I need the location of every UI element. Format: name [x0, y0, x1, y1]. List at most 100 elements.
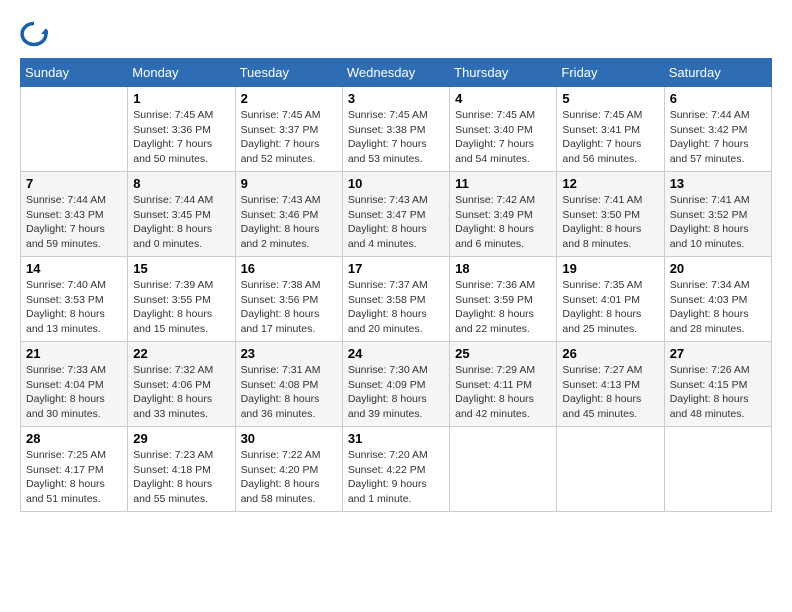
sunrise-text: Sunrise: 7:23 AM — [133, 449, 213, 461]
sunrise-text: Sunrise: 7:43 AM — [348, 194, 428, 206]
sunset-text: Sunset: 3:37 PM — [241, 124, 319, 136]
sunset-text: Sunset: 4:06 PM — [133, 379, 211, 391]
day-info: Sunrise: 7:32 AMSunset: 4:06 PMDaylight:… — [133, 363, 229, 422]
calendar-body: 1 Sunrise: 7:45 AM Sunset: 3:36 PM Daylight… — [21, 87, 772, 512]
day-number: 15 — [133, 261, 229, 276]
calendar-cell — [450, 427, 557, 512]
calendar-table: SundayMondayTuesdayWednesdayThursdayFrid… — [20, 58, 772, 512]
sunset-text: Sunset: 4:08 PM — [241, 379, 319, 391]
day-info: Sunrise: 7:43 AMSunset: 3:47 PMDaylight:… — [348, 193, 444, 252]
day-info: Sunrise: 7:35 AMSunset: 4:01 PMDaylight:… — [562, 278, 658, 337]
day-number: 24 — [348, 346, 444, 361]
sunrise-text: Sunrise: 7:25 AM — [26, 449, 106, 461]
sunrise-text: Sunrise: 7:43 AM — [241, 194, 321, 206]
sunrise-text: Sunrise: 7:45 AM — [562, 109, 642, 121]
calendar-week-row: 1 Sunrise: 7:45 AM Sunset: 3:36 PM Daylight… — [21, 87, 772, 172]
calendar-cell: 1Sunrise: 7:45 AMSunset: 3:36 PMDaylight… — [128, 87, 235, 172]
sunset-text: Sunset: 4:15 PM — [670, 379, 748, 391]
calendar-cell: 26 Sunrise: 7:27 AM Sunset: 4:13 PM Dayligh… — [557, 342, 664, 427]
day-info: Sunrise: 7:34 AMSunset: 4:03 PMDaylight:… — [670, 278, 766, 337]
calendar-week-row: 21Sunrise: 7:33 AMSunset: 4:04 PMDayligh… — [21, 342, 772, 427]
daylight-text: Daylight: 8 hours and 10 minutes. — [670, 223, 749, 250]
day-number: 28 — [26, 431, 122, 446]
daylight-text: Daylight: 8 hours and 42 minutes. — [455, 393, 534, 420]
calendar-week-row: 14 Sunrise: 7:40 AMSunset: 3:53 PMDayligh… — [21, 257, 772, 342]
calendar-cell: 10Sunrise: 7:43 AMSunset: 3:47 PMDayligh… — [342, 172, 449, 257]
sunset-text: Sunset: 3:43 PM — [26, 209, 104, 221]
sunset-text: Sunset: 3:36 PM — [133, 124, 211, 136]
day-number: 26 — [562, 346, 658, 361]
daylight-text: Daylight: 8 hours and 45 minutes. — [562, 393, 641, 420]
calendar-week-row: 7Sunrise: 7:44 AMSunset: 3:43 PMDaylight… — [21, 172, 772, 257]
sunrise-text: Sunrise: 7:35 AM — [562, 279, 642, 291]
calendar-week-row: 28Sunrise: 7:25 AMSunset: 4:17 PMDayligh… — [21, 427, 772, 512]
sunset-text: Sunset: 3:53 PM — [26, 294, 104, 306]
day-number: 6 — [670, 91, 766, 106]
sunset-text: Sunset: 4:01 PM — [562, 294, 640, 306]
sunrise-text: Sunrise: 7:45 AM — [241, 109, 321, 121]
day-number: 31 — [348, 431, 444, 446]
sunset-text: Sunset: 4:13 PM — [562, 379, 640, 391]
calendar-cell: 22Sunrise: 7:32 AMSunset: 4:06 PMDayligh… — [128, 342, 235, 427]
calendar-cell: 16Sunrise: 7:38 AMSunset: 3:56 PMDayligh… — [235, 257, 342, 342]
day-info: Sunrise: 7:39 AMSunset: 3:55 PMDaylight:… — [133, 278, 229, 337]
day-number: 27 — [670, 346, 766, 361]
daylight-text: Daylight: 8 hours and 48 minutes. — [670, 393, 749, 420]
sunrise-text: Sunrise: 7:44 AM — [670, 109, 750, 121]
day-number: 5 — [562, 91, 658, 106]
sunrise-text: Sunrise: 7:34 AM — [670, 279, 750, 291]
sunset-text: Sunset: 4:09 PM — [348, 379, 426, 391]
day-info: Sunrise: 7:27 AM Sunset: 4:13 PM Daylight:… — [562, 363, 658, 422]
calendar-cell — [21, 87, 128, 172]
sunrise-text: Sunrise: 7:45 AM — [455, 109, 535, 121]
sunset-text: Sunset: 4:20 PM — [241, 464, 319, 476]
daylight-text: Daylight: 7 hours and 57 minutes. — [670, 138, 749, 165]
day-number: 9 — [241, 176, 337, 191]
day-info: Sunrise: 7:45 AM Sunset: 3:40 PM Daylight:… — [455, 108, 551, 167]
sunset-text: Sunset: 3:46 PM — [241, 209, 319, 221]
calendar-cell: 28Sunrise: 7:25 AMSunset: 4:17 PMDayligh… — [21, 427, 128, 512]
calendar-cell: 6 Sunrise: 7:44 AMSunset: 3:42 PMDaylight… — [664, 87, 771, 172]
logo-icon — [20, 20, 48, 48]
day-info: Sunrise: 7:44 AMSunset: 3:45 PMDaylight:… — [133, 193, 229, 252]
day-info: Sunrise: 7:23 AMSunset: 4:18 PMDaylight:… — [133, 448, 229, 507]
sunrise-text: Sunrise: 7:41 AM — [562, 194, 642, 206]
daylight-text: Daylight: 8 hours and 28 minutes. — [670, 308, 749, 335]
daylight-text: Daylight: 8 hours and 20 minutes. — [348, 308, 427, 335]
sunrise-text: Sunrise: 7:36 AM — [455, 279, 535, 291]
sunset-text: Sunset: 4:04 PM — [26, 379, 104, 391]
sunset-text: Sunset: 3:55 PM — [133, 294, 211, 306]
day-number: 8 — [133, 176, 229, 191]
daylight-text: Daylight: 8 hours and 58 minutes. — [241, 478, 320, 505]
calendar-header: SundayMondayTuesdayWednesdayThursdayFrid… — [21, 59, 772, 87]
sunset-text: Sunset: 4:11 PM — [455, 379, 532, 391]
weekday-header-row: SundayMondayTuesdayWednesdayThursdayFrid… — [21, 59, 772, 87]
day-info: Sunrise: 7:44 AMSunset: 3:42 PMDaylight:… — [670, 108, 766, 167]
sunset-text: Sunset: 3:40 PM — [455, 124, 533, 136]
daylight-text: Daylight: 8 hours and 39 minutes. — [348, 393, 427, 420]
calendar-cell: 2Sunrise: 7:45 AMSunset: 3:37 PMDaylight… — [235, 87, 342, 172]
calendar-cell: 18Sunrise: 7:36 AMSunset: 3:59 PMDayligh… — [450, 257, 557, 342]
weekday-header-monday: Monday — [128, 59, 235, 87]
day-info: Sunrise: 7:41 AMSunset: 3:52 PMDaylight:… — [670, 193, 766, 252]
sunrise-text: Sunrise: 7:45 AM — [348, 109, 428, 121]
calendar-cell: 7Sunrise: 7:44 AMSunset: 3:43 PMDaylight… — [21, 172, 128, 257]
sunrise-text: Sunrise: 7:27 AM — [562, 364, 642, 376]
daylight-text: Daylight: 8 hours and 13 minutes. — [26, 308, 105, 335]
calendar-cell: 14 Sunrise: 7:40 AMSunset: 3:53 PMDayligh… — [21, 257, 128, 342]
day-number: 1 — [133, 91, 229, 106]
calendar-cell — [557, 427, 664, 512]
day-number: 14 — [26, 261, 122, 276]
daylight-text: Daylight: 7 hours and 54 minutes. — [455, 138, 534, 165]
daylight-text: Daylight: 7 hours and 52 minutes. — [241, 138, 320, 165]
daylight-text: Daylight: 7 hours and 50 minutes. — [133, 138, 212, 165]
day-info: Sunrise: 7:40 AMSunset: 3:53 PMDaylight:… — [26, 278, 122, 337]
daylight-text: Daylight: 8 hours and 15 minutes. — [133, 308, 212, 335]
sunrise-text: Sunrise: 7:22 AM — [241, 449, 321, 461]
day-number: 20 — [670, 261, 766, 276]
day-number: 30 — [241, 431, 337, 446]
sunset-text: Sunset: 3:59 PM — [455, 294, 533, 306]
sunrise-text: Sunrise: 7:44 AM — [133, 194, 213, 206]
calendar-cell: 4Sunrise: 7:45 AMSunset: 3:40 PMDaylight… — [450, 87, 557, 172]
daylight-text: Daylight: 9 hours and 1 minute. — [348, 478, 427, 505]
